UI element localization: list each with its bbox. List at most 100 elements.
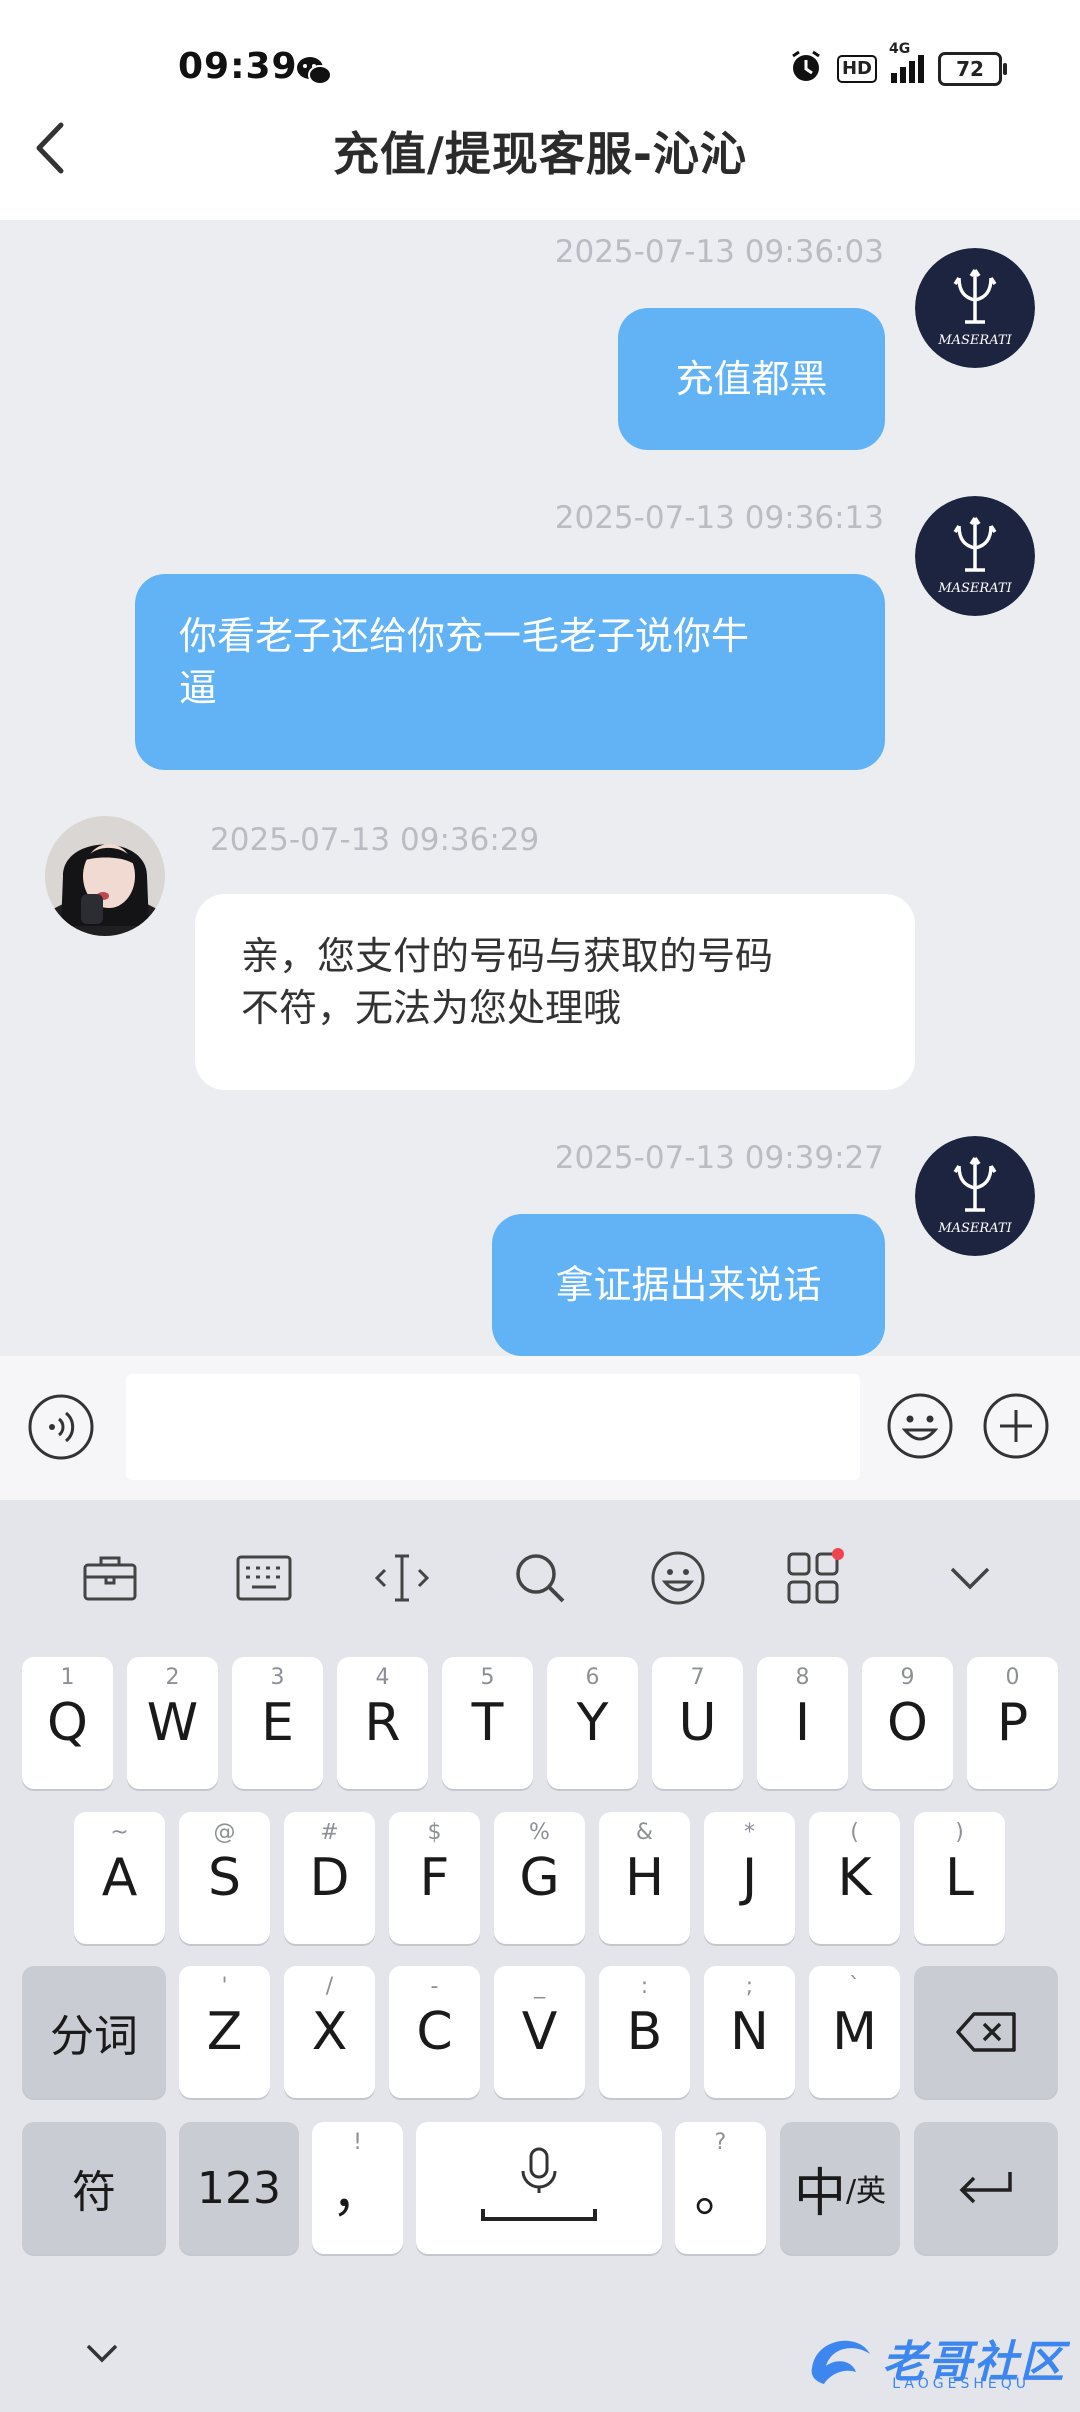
- message-text-line: 不符，无法为您处理哦: [241, 986, 622, 1030]
- key-hint: $: [427, 1820, 442, 1845]
- key-label: N: [730, 2002, 769, 2062]
- plus-circle-icon: [983, 1393, 1049, 1459]
- key-hint: -: [430, 1974, 439, 1999]
- key-m[interactable]: ` M: [809, 1966, 900, 2098]
- key-label: S: [207, 1848, 241, 1908]
- key-label: 中: [793, 2163, 846, 2224]
- numbers-key[interactable]: 123: [179, 2122, 299, 2254]
- key-k[interactable]: (K: [809, 1812, 900, 1944]
- key-q[interactable]: 1Q: [22, 1657, 113, 1789]
- key-hint: &: [635, 1820, 654, 1845]
- key-hint: 3: [270, 1665, 285, 1690]
- message-timestamp: 2025-07-13 09:36:13: [554, 500, 884, 536]
- key-i[interactable]: 8I: [757, 1657, 848, 1789]
- key-label: M: [832, 2002, 877, 2062]
- message-bubble[interactable]: 拿证据出来说话: [492, 1214, 885, 1356]
- emoji-panel-button[interactable]: [646, 1546, 710, 1610]
- message-timestamp: 2025-07-13 09:36:29: [210, 822, 540, 858]
- key-label: L: [945, 1848, 974, 1908]
- key-label: H: [624, 1848, 665, 1908]
- chevron-down-icon: [86, 2344, 118, 2363]
- more-options-button[interactable]: [982, 1392, 1050, 1460]
- agent-avatar[interactable]: [45, 816, 165, 936]
- key-hint: 2: [165, 1665, 180, 1690]
- message-text: 拿证据出来说话: [555, 1263, 822, 1307]
- agent-photo-icon: [45, 816, 165, 936]
- key-t[interactable]: 5T: [442, 1657, 533, 1789]
- key-a[interactable]: ~ A: [74, 1812, 165, 1944]
- watermark-logo: 老哥社区 LAOGESHEQU: [806, 2326, 1066, 2392]
- key-label: J: [741, 1848, 758, 1908]
- emoji-icon: [887, 1393, 953, 1459]
- comma-key[interactable]: !，: [312, 2122, 403, 2254]
- maserati-logo-icon: MASERATI: [915, 248, 1035, 368]
- user-avatar[interactable]: MASERATI: [915, 1136, 1035, 1256]
- key-label: D: [309, 1848, 350, 1908]
- key-label: C: [416, 2002, 453, 2062]
- key-u[interactable]: 7U: [652, 1657, 743, 1789]
- key-x[interactable]: / X: [284, 1966, 375, 2098]
- period-key[interactable]: ?。: [675, 2122, 766, 2254]
- key-label: R: [364, 1693, 401, 1753]
- page-title: 充值/提现客服-沁沁: [333, 127, 747, 181]
- message-input[interactable]: [126, 1374, 860, 1480]
- watermark-subtext: LAOGESHEQU: [892, 2376, 1030, 2392]
- voice-input-button[interactable]: [28, 1394, 94, 1460]
- key-c[interactable]: -C: [389, 1966, 480, 2098]
- apps-button[interactable]: [784, 1546, 848, 1610]
- key-d[interactable]: # D: [284, 1812, 375, 1944]
- key-v[interactable]: _ V: [494, 1966, 585, 2098]
- message-bubble[interactable]: 亲，您支付的号码与获取的号码 不符，无法为您处理哦: [195, 894, 915, 1090]
- message-text-line: 逼: [179, 666, 218, 710]
- key-o[interactable]: 9O: [862, 1657, 953, 1789]
- key-j[interactable]: * J: [704, 1812, 795, 1944]
- key-hint: ': [221, 1974, 228, 1999]
- backspace-key[interactable]: [914, 1966, 1058, 2098]
- message-bubble[interactable]: 你看老子还给你充一毛老子说你牛 逼: [135, 574, 885, 770]
- chevron-down-icon: [950, 1567, 990, 1590]
- wechat-notification-icon: [296, 56, 332, 90]
- key-hint: `: [849, 1974, 860, 1999]
- symbols-key[interactable]: 符: [22, 2122, 166, 2254]
- key-label: P: [996, 1693, 1029, 1753]
- message-input-bar: [0, 1356, 1080, 1500]
- key-hint: ?: [714, 2130, 727, 2155]
- key-r[interactable]: 4R: [337, 1657, 428, 1789]
- user-avatar[interactable]: MASERATI: [915, 248, 1035, 368]
- key-n[interactable]: ; N: [704, 1966, 795, 2098]
- hd-icon: HD: [836, 55, 877, 83]
- search-button[interactable]: [508, 1546, 572, 1610]
- collapse-keyboard-button[interactable]: [82, 2340, 128, 2370]
- cursor-button[interactable]: [370, 1546, 434, 1610]
- keyboard-switch-button[interactable]: [232, 1546, 296, 1610]
- key-y[interactable]: 6Y: [547, 1657, 638, 1789]
- user-avatar[interactable]: MASERATI: [915, 496, 1035, 616]
- space-key[interactable]: [416, 2122, 662, 2254]
- key-l[interactable]: ) L: [914, 1812, 1005, 1944]
- key-f[interactable]: $ F: [389, 1812, 480, 1944]
- collapse-toolbar-button[interactable]: [938, 1546, 1002, 1610]
- key-hint: 1: [60, 1665, 75, 1690]
- key-w[interactable]: 2W: [127, 1657, 218, 1789]
- language-switch-key[interactable]: 中/英: [780, 2122, 900, 2254]
- key-hint: 6: [585, 1665, 600, 1690]
- key-b[interactable]: :B: [599, 1966, 690, 2098]
- segment-key[interactable]: 分词: [22, 1966, 166, 2098]
- key-z[interactable]: ' Z: [179, 1966, 270, 2098]
- key-label: B: [626, 2002, 663, 2062]
- emoji-button[interactable]: [886, 1392, 954, 1460]
- key-label: ，: [331, 2163, 384, 2224]
- key-s[interactable]: @ S: [179, 1812, 270, 1944]
- key-e[interactable]: 3E: [232, 1657, 323, 1789]
- key-label: U: [678, 1693, 717, 1753]
- key-p[interactable]: 0P: [967, 1657, 1058, 1789]
- key-label: 符: [72, 2167, 116, 2218]
- key-hint: (: [850, 1820, 859, 1845]
- message-bubble[interactable]: 充值都黑: [618, 308, 885, 450]
- chat-message-list[interactable]: 2025-07-13 09:36:03 MASERATI 充值都黑 2025-0…: [0, 220, 1080, 1356]
- message-text-line: 你看老子还给你充一毛老子说你牛: [179, 614, 750, 658]
- key-g[interactable]: % G: [494, 1812, 585, 1944]
- key-h[interactable]: & H: [599, 1812, 690, 1944]
- clipboard-button[interactable]: [78, 1546, 142, 1610]
- enter-key[interactable]: [914, 2122, 1058, 2254]
